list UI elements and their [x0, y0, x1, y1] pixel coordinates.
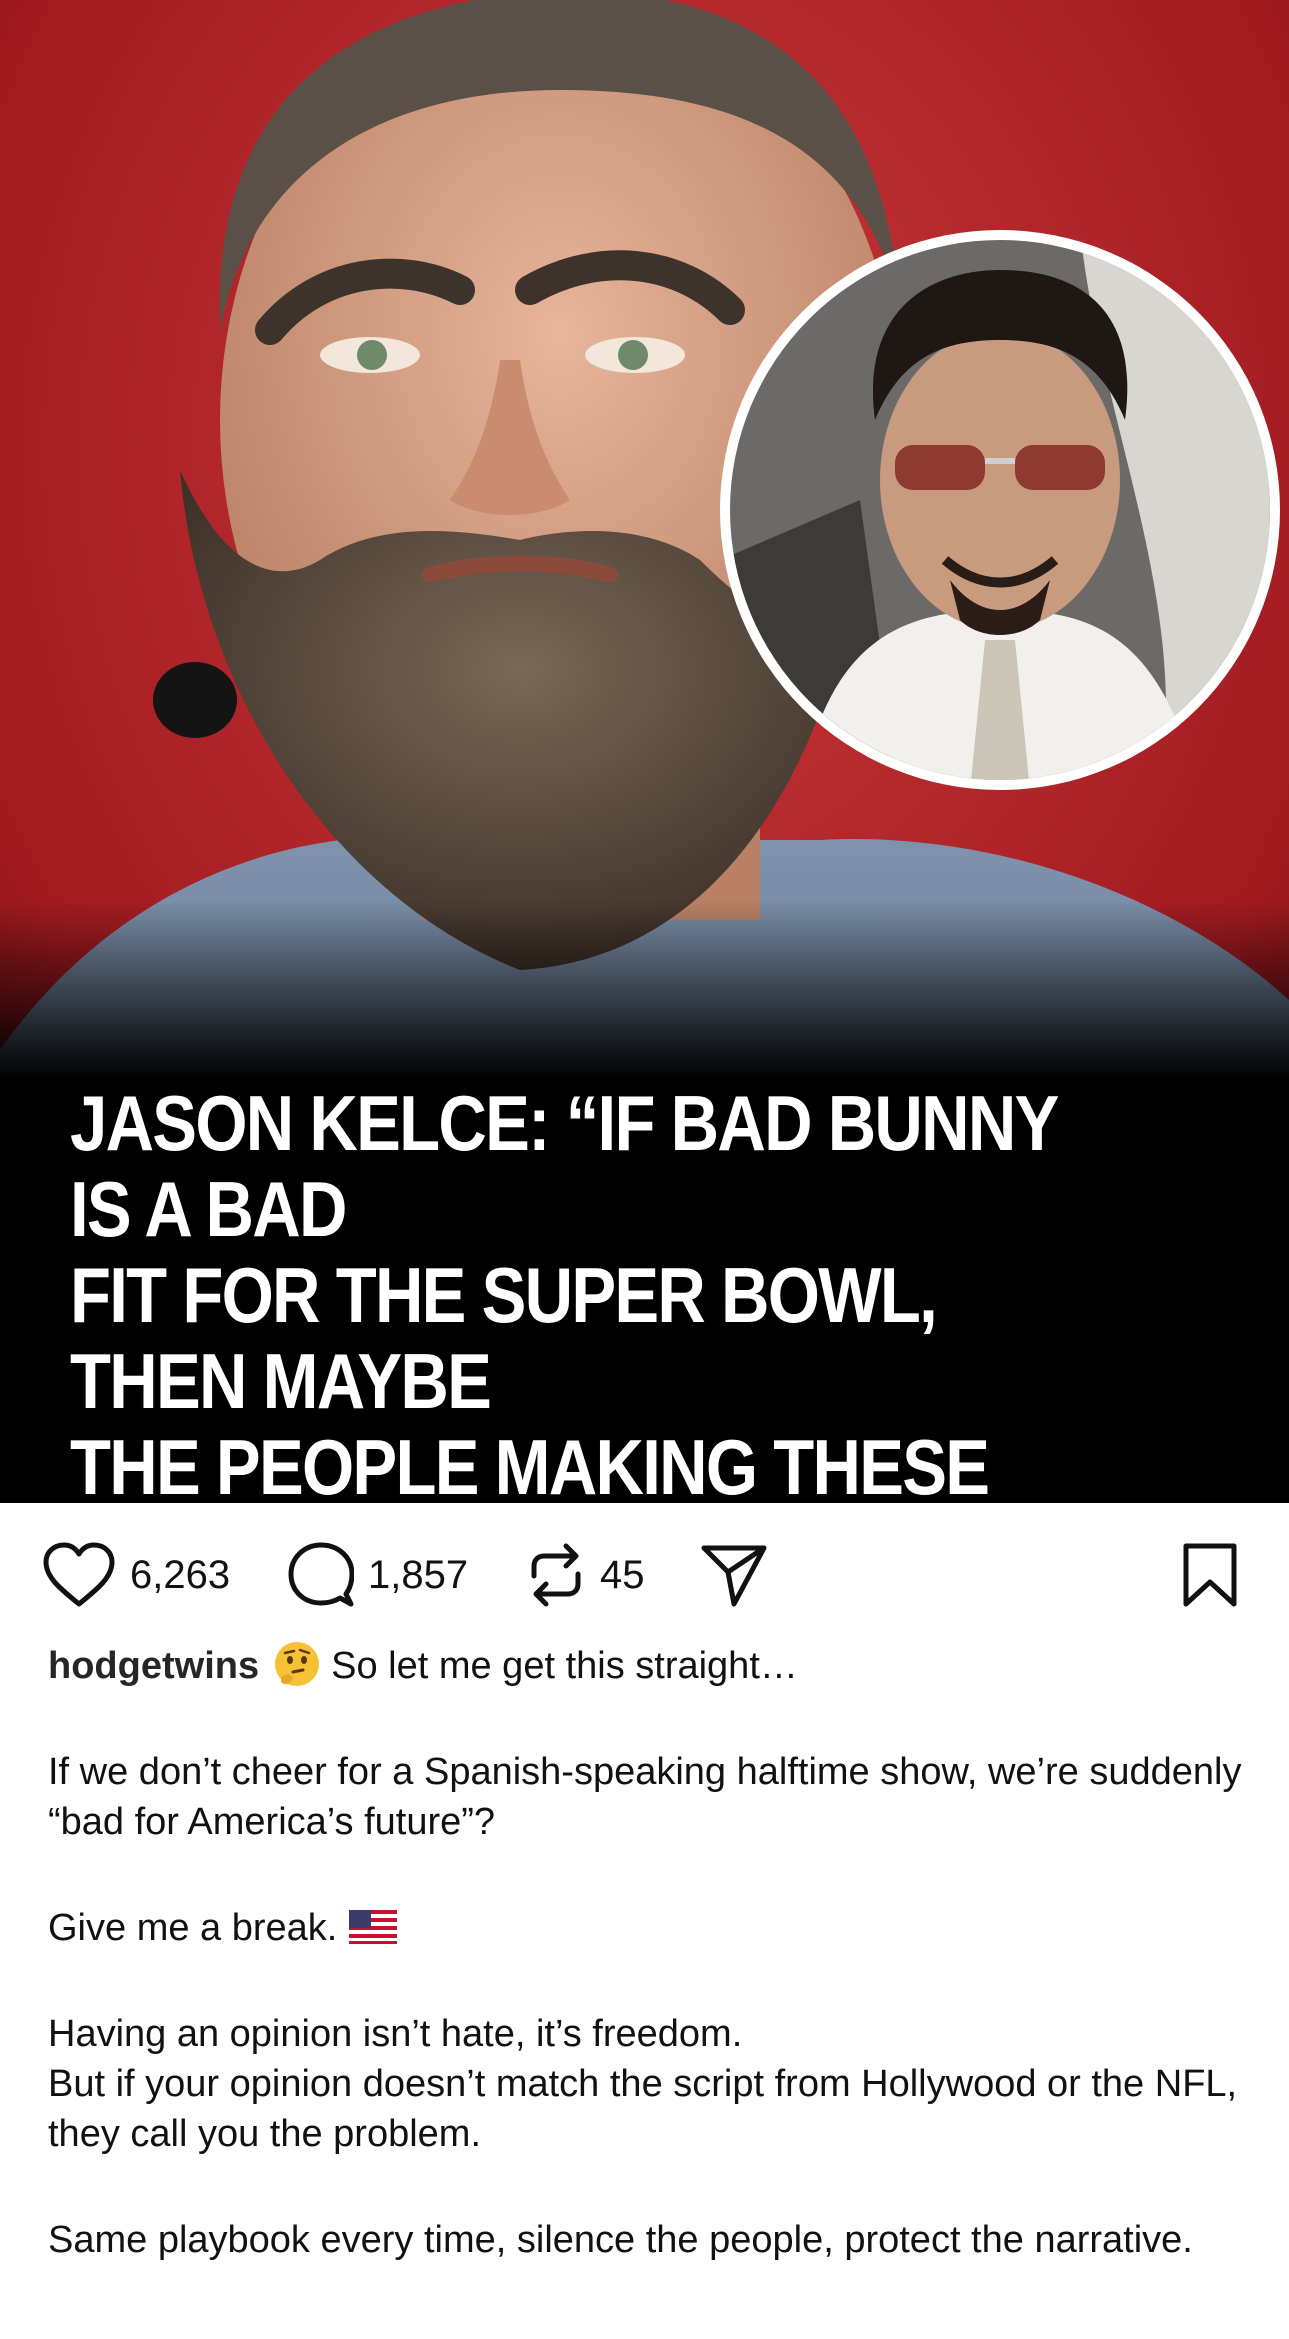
comment-icon — [288, 1542, 354, 1607]
post-caption: hodgetwins So let me get this straight… … — [48, 1640, 1248, 2265]
caption-paragraph-3-line-2: But if your opinion doesn’t match the sc… — [48, 2063, 1238, 2155]
thinking-face-icon — [275, 1642, 320, 1686]
bookmark-icon — [1183, 1543, 1237, 1607]
caption-paragraph-2-text: Give me a break. — [48, 1907, 338, 1949]
repost-button[interactable]: 45 — [526, 1540, 645, 1610]
comment-count: 1,857 — [368, 1552, 469, 1597]
share-button[interactable] — [700, 1540, 768, 1610]
like-button[interactable]: 6,263 — [42, 1540, 230, 1610]
save-button[interactable] — [1182, 1540, 1238, 1610]
us-flag-icon — [349, 1910, 398, 1944]
repost-count: 45 — [600, 1552, 645, 1597]
like-count: 6,263 — [130, 1552, 231, 1597]
post-image[interactable]: JASON KELCE: “IF BAD BUNNY IS A BAD FIT … — [0, 0, 1289, 1503]
comment-button[interactable]: 1,857 — [288, 1540, 468, 1610]
caption-paragraph-4: Same playbook every time, silence the pe… — [48, 2219, 1193, 2261]
post-headline: JASON KELCE: “IF BAD BUNNY IS A BAD FIT … — [70, 1079, 1058, 1503]
caption-paragraph-2: Give me a break. — [48, 1903, 1248, 1953]
heart-icon — [43, 1542, 115, 1607]
caption-intro: So let me get this straight… — [331, 1645, 798, 1687]
caption-paragraph-1: If we don’t cheer for a Spanish-speaking… — [48, 1751, 1242, 1843]
caption-first-line: hodgetwins So let me get this straight… — [48, 1640, 1248, 1691]
post-action-bar: 6,263 1,857 45 — [0, 1540, 1289, 1610]
share-icon — [701, 1545, 767, 1607]
caption-paragraph-3-line-1: Having an opinion isn’t hate, it’s freed… — [48, 2013, 743, 2055]
caption-username[interactable]: hodgetwins — [48, 1645, 259, 1687]
repost-icon — [531, 1543, 581, 1607]
